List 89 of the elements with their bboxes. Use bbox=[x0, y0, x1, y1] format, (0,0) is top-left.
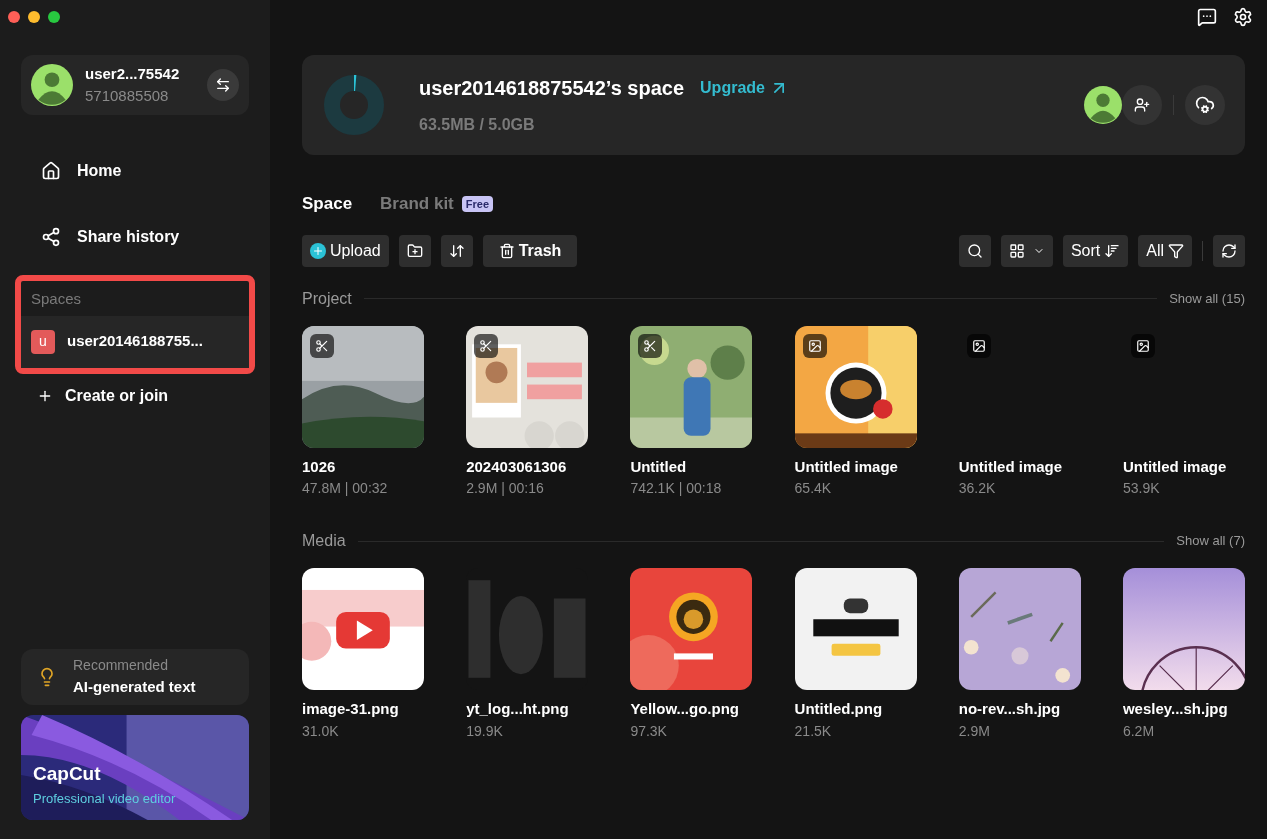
item-meta: 97.3K bbox=[630, 721, 668, 741]
account-name: user2...75542 bbox=[85, 63, 181, 84]
section-title: Media bbox=[302, 531, 346, 551]
item-name: yt_log...ht.png bbox=[466, 699, 570, 719]
item-name: 1026 bbox=[302, 456, 337, 477]
filter-button[interactable]: All bbox=[1138, 234, 1192, 267]
filter-icon bbox=[1168, 242, 1184, 259]
space-initial: u bbox=[31, 329, 55, 354]
feedback-icon[interactable] bbox=[1197, 7, 1217, 27]
upload-button[interactable]: Upload bbox=[302, 234, 389, 267]
item-name: 202403061306 bbox=[466, 456, 568, 477]
show-all-link[interactable]: Show all (15) bbox=[1169, 288, 1245, 309]
trash-button[interactable]: Trash bbox=[482, 234, 578, 267]
free-badge: Free bbox=[461, 195, 494, 212]
item-meta: 742.1K | 00:18 bbox=[630, 479, 723, 498]
view-toggle-button[interactable] bbox=[1000, 234, 1053, 267]
nav-label: Share history bbox=[77, 227, 180, 247]
search-icon bbox=[966, 242, 983, 259]
scissors-icon bbox=[315, 338, 329, 353]
storage-ring bbox=[322, 73, 386, 137]
recommendation-card[interactable]: Recommended AI-generated text bbox=[21, 649, 249, 705]
sort-icon bbox=[1104, 242, 1121, 259]
promo-banner[interactable]: CapCut Professional video editor bbox=[21, 715, 249, 820]
item-name: image-31.png bbox=[302, 699, 400, 719]
item-meta: 31.0K bbox=[302, 721, 340, 741]
recommendation-label: Recommended bbox=[73, 656, 169, 676]
sort-button[interactable]: Sort bbox=[1062, 234, 1129, 267]
grid-icon bbox=[1008, 242, 1025, 259]
image-icon bbox=[971, 338, 986, 353]
plus-icon bbox=[310, 242, 326, 259]
item-name: Untitled.png bbox=[794, 699, 884, 719]
switch-account-button[interactable] bbox=[207, 69, 239, 101]
scissors-icon bbox=[643, 338, 658, 353]
cloud-icon bbox=[1195, 95, 1215, 115]
show-all-link[interactable]: Show all (7) bbox=[1176, 531, 1245, 551]
invite-button[interactable] bbox=[1122, 85, 1162, 125]
trash-icon bbox=[498, 242, 515, 259]
section-title: Project bbox=[302, 288, 352, 309]
item-meta: 19.9K bbox=[466, 721, 504, 741]
member-avatar bbox=[1084, 86, 1122, 124]
new-folder-button[interactable] bbox=[398, 234, 431, 267]
item-name: Yellow...go.png bbox=[630, 699, 740, 719]
space-item[interactable]: u user20146188755... bbox=[21, 315, 249, 368]
item-meta: 36.2K bbox=[958, 479, 997, 498]
item-meta: 65.4K bbox=[794, 479, 833, 498]
item-name: Untitled image bbox=[794, 456, 899, 477]
space-name: user20146188755... bbox=[67, 331, 203, 352]
search-button[interactable] bbox=[958, 234, 991, 267]
tab[interactable]: Brand kit Free bbox=[380, 191, 494, 217]
settings-icon[interactable] bbox=[1233, 7, 1253, 27]
create-space-button[interactable]: Create or join bbox=[21, 383, 249, 408]
share-icon bbox=[41, 227, 61, 247]
item-name: no-rev...sh.jpg bbox=[958, 699, 1062, 719]
nav-item[interactable]: Share history bbox=[41, 221, 249, 253]
refresh-button[interactable] bbox=[1213, 234, 1245, 267]
account-card[interactable]: user2...75542 5710885508 bbox=[21, 55, 249, 115]
account-id: 5710885508 bbox=[85, 86, 170, 106]
spaces-heading: Spaces bbox=[30, 289, 83, 309]
space-title: user2014618875542’s space bbox=[419, 76, 685, 101]
switch-icon bbox=[215, 77, 231, 93]
sort-order-button[interactable] bbox=[440, 234, 473, 267]
item-meta: 2.9M | 00:16 bbox=[466, 479, 545, 498]
banner-subtitle: Professional video editor bbox=[33, 789, 177, 808]
refresh-icon bbox=[1221, 242, 1237, 259]
add-user-icon bbox=[1134, 97, 1150, 113]
item-name: wesley...sh.jpg bbox=[1122, 699, 1229, 719]
item-meta: 47.8M | 00:32 bbox=[302, 479, 389, 498]
upgrade-link[interactable]: Upgrade bbox=[700, 76, 789, 100]
cloud-settings-button[interactable] bbox=[1185, 85, 1225, 125]
image-icon bbox=[1135, 338, 1150, 353]
recommendation-title: AI-generated text bbox=[73, 677, 196, 698]
scissors-icon bbox=[479, 338, 494, 353]
avatar bbox=[31, 64, 73, 106]
item-name: Untitled bbox=[630, 456, 688, 477]
item-name: Untitled image bbox=[958, 456, 1064, 477]
image-icon bbox=[807, 338, 822, 353]
item-meta: 53.9K bbox=[1122, 479, 1161, 498]
nav-item[interactable]: Home bbox=[41, 155, 249, 187]
storage-usage: 63.5MB / 5.0GB bbox=[419, 115, 536, 135]
tab[interactable]: Space bbox=[302, 191, 353, 217]
item-name: Untitled image bbox=[1122, 456, 1228, 477]
item-meta: 2.9M bbox=[958, 721, 991, 741]
item-meta: 6.2M bbox=[1122, 721, 1156, 741]
home-icon bbox=[41, 161, 61, 181]
sort-arrows-icon bbox=[448, 242, 465, 259]
nav-label: Home bbox=[77, 161, 122, 181]
folder-plus-icon bbox=[406, 242, 423, 259]
banner-title: CapCut bbox=[33, 762, 102, 786]
item-meta: 21.5K bbox=[794, 721, 833, 741]
